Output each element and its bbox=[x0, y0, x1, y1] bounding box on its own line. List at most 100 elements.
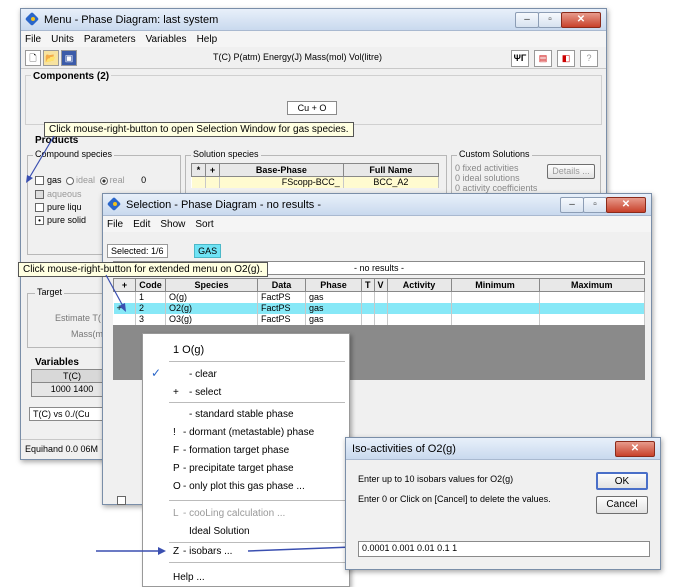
menu-parameters[interactable]: Parameters bbox=[84, 34, 136, 45]
sol-header-full-name[interactable]: Full Name bbox=[342, 163, 440, 177]
main-titlebar[interactable]: Menu - Phase Diagram: last system – ▫ ✕ bbox=[21, 9, 606, 31]
menu-units[interactable]: Units bbox=[51, 34, 74, 45]
close-button[interactable]: ✕ bbox=[606, 197, 646, 213]
status-text: Equihand 0.0 06M bbox=[25, 444, 99, 454]
variables-header[interactable]: T(C) bbox=[31, 369, 113, 383]
header-maximum[interactable]: Maximum bbox=[538, 278, 646, 292]
menu-item-formation-prefix: F bbox=[173, 445, 180, 456]
header-species[interactable]: Species bbox=[165, 278, 258, 292]
custom-solutions-label: Custom Solutions bbox=[457, 149, 532, 159]
menu-item-cooling-prefix: L bbox=[173, 508, 179, 519]
main-toolbar: 🗋 📂 ▣ T(C) P(atm) Energy(J) Mass(mol) Vo… bbox=[21, 47, 606, 69]
selection-menubar: File Edit Show Sort bbox=[103, 216, 651, 232]
main-window-title: Menu - Phase Diagram: last system bbox=[44, 13, 219, 26]
context-separator bbox=[169, 562, 345, 563]
new-file-icon[interactable]: 🗋 bbox=[25, 49, 41, 66]
pure-solid-row: • pure solid bbox=[35, 215, 86, 226]
menu-item-precipitate[interactable]: - precipitate target phase bbox=[183, 463, 294, 474]
menu-item-formation[interactable]: - formation target phase bbox=[183, 445, 289, 456]
table-row[interactable]: FScopp-BCC_ BCC_A2 bbox=[191, 176, 440, 188]
iso-activities-dialog: Iso-activities of O2(g) ✕ Enter up to 10… bbox=[345, 437, 661, 570]
iso-dialog-title: Iso-activities of O2(g) bbox=[352, 442, 456, 455]
table-row-selected[interactable]: + 2 O2(g) FactPS gas bbox=[113, 302, 646, 314]
gas-species-tooltip: Click mouse-right-button to open Selecti… bbox=[44, 122, 354, 137]
context-separator bbox=[169, 500, 345, 501]
details-button[interactable]: Details ... bbox=[547, 164, 595, 179]
selection-info-bar: Selected: 1/6 GAS bbox=[107, 244, 222, 260]
menu-item-select[interactable]: - select bbox=[189, 387, 221, 398]
menu-item-ideal-solution[interactable]: Ideal Solution bbox=[189, 526, 250, 537]
menu-variables[interactable]: Variables bbox=[146, 34, 187, 45]
header-data[interactable]: Data bbox=[257, 278, 306, 292]
bottom-checkbox[interactable] bbox=[117, 496, 126, 505]
menu-item-standard[interactable]: - standard stable phase bbox=[189, 409, 294, 420]
menu-item-help[interactable]: Help ... bbox=[173, 572, 205, 583]
species-table: + Code Species Data Phase T V Activity M… bbox=[113, 278, 646, 325]
ok-button[interactable]: OK bbox=[596, 472, 648, 490]
gas-checkbox[interactable] bbox=[35, 176, 44, 186]
variables-value[interactable]: 1000 1400 bbox=[31, 383, 113, 397]
iso-instruction-1: Enter up to 10 isobars values for O2(g) bbox=[358, 474, 514, 484]
menu-show[interactable]: Show bbox=[160, 219, 185, 230]
species-context-menu: 1 O(g) ✓ - clear + - select - standard s… bbox=[142, 333, 350, 587]
iso-dialog-titlebar[interactable]: Iso-activities of O2(g) ✕ bbox=[346, 438, 660, 460]
components-input[interactable]: Cu + O bbox=[287, 101, 337, 115]
ideal-radio[interactable] bbox=[66, 176, 75, 185]
menu-item-only-plot[interactable]: - only plot this gas phase ... bbox=[183, 481, 305, 492]
isobar-values-input[interactable]: 0.0001 0.001 0.01 0.1 1 bbox=[358, 541, 650, 557]
menu-item-isobars[interactable]: - isobars ... bbox=[183, 546, 232, 557]
figure-icon[interactable]: ◧ bbox=[557, 50, 575, 67]
menu-edit[interactable]: Edit bbox=[133, 219, 150, 230]
selection-titlebar[interactable]: Selection - Phase Diagram - no results -… bbox=[103, 194, 651, 216]
context-separator bbox=[169, 402, 345, 403]
gas-row: gas ideal real 0 bbox=[35, 175, 146, 186]
extended-menu-tooltip: Click mouse-right-button for extended me… bbox=[18, 262, 268, 277]
factsage-app-icon bbox=[26, 13, 39, 26]
menu-file[interactable]: File bbox=[107, 219, 123, 230]
units-display[interactable]: T(C) P(atm) Energy(J) Mass(mol) Vol(litr… bbox=[213, 52, 382, 62]
sol-header-base-phase[interactable]: Base-Phase bbox=[219, 163, 344, 177]
header-t[interactable]: T bbox=[361, 278, 375, 292]
list-window-icon[interactable]: ▤ bbox=[534, 50, 552, 67]
factsage-app-icon bbox=[108, 198, 121, 211]
minimize-button[interactable]: – bbox=[515, 12, 539, 28]
header-v[interactable]: V bbox=[373, 278, 388, 292]
menu-item-dormant[interactable]: - dormant (metastable) phase bbox=[183, 427, 314, 438]
components-label: Components (2) bbox=[31, 71, 112, 82]
maximize-button[interactable]: ▫ bbox=[538, 12, 562, 28]
header-code[interactable]: Code bbox=[135, 278, 166, 292]
header-activity[interactable]: Activity bbox=[386, 278, 452, 292]
menu-sort[interactable]: Sort bbox=[195, 219, 213, 230]
header-plus[interactable]: + bbox=[113, 278, 136, 292]
menu-file[interactable]: File bbox=[25, 34, 41, 45]
maximize-button[interactable]: ▫ bbox=[583, 197, 607, 213]
cancel-button[interactable]: Cancel bbox=[596, 496, 648, 514]
selection-window-title: Selection - Phase Diagram - no results - bbox=[126, 198, 322, 211]
header-phase[interactable]: Phase bbox=[305, 278, 362, 292]
menu-item-isobars-prefix: Z bbox=[173, 546, 180, 557]
table-row[interactable]: 3 O3(g) FactPS gas bbox=[113, 313, 646, 325]
compound-species-label: Compound species bbox=[33, 149, 115, 159]
sol-header-plus[interactable]: + bbox=[205, 163, 220, 177]
menu-item-precipitate-prefix: P bbox=[173, 463, 180, 474]
save-icon[interactable]: ▣ bbox=[61, 49, 77, 66]
context-header: 1 O(g) bbox=[173, 344, 205, 356]
open-folder-icon[interactable]: 📂 bbox=[43, 49, 59, 66]
context-separator bbox=[169, 542, 345, 543]
menu-item-clear[interactable]: - clear bbox=[189, 369, 217, 380]
table-row[interactable]: 1 O(g) FactPS gas bbox=[113, 291, 646, 303]
pure-solid-checkbox[interactable]: • bbox=[35, 216, 44, 226]
pure-liquid-checkbox[interactable] bbox=[35, 203, 44, 213]
sol-header-star[interactable]: * bbox=[191, 163, 206, 177]
header-minimum[interactable]: Minimum bbox=[450, 278, 540, 292]
menu-help[interactable]: Help bbox=[197, 34, 218, 45]
help-icon[interactable]: ? bbox=[580, 50, 598, 67]
menu-item-only-plot-prefix: O bbox=[173, 481, 181, 492]
real-radio[interactable] bbox=[99, 176, 108, 185]
iso-instruction-2: Enter 0 or Click on [Cancel] to delete t… bbox=[358, 494, 551, 504]
aqueous-checkbox[interactable] bbox=[35, 190, 44, 200]
close-button[interactable]: ✕ bbox=[561, 12, 601, 28]
close-button[interactable]: ✕ bbox=[615, 441, 655, 457]
calculate-icon[interactable]: ΨΓ bbox=[511, 50, 529, 67]
minimize-button[interactable]: – bbox=[560, 197, 584, 213]
